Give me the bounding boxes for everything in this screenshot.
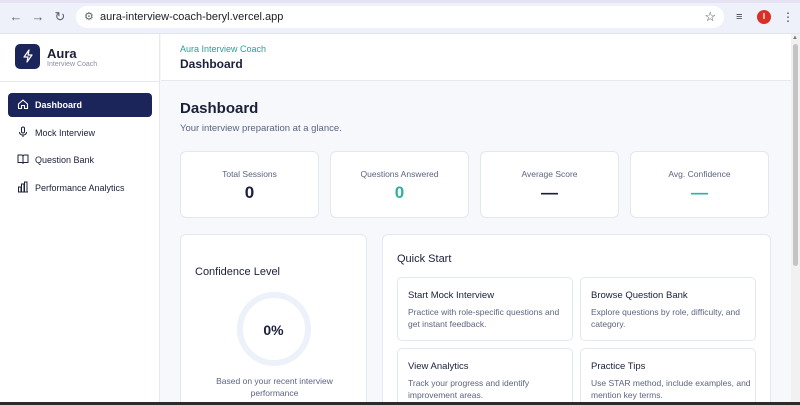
header-title: Dashboard — [180, 57, 243, 71]
avatar[interactable]: I — [757, 10, 771, 24]
stat-label: Avg. Confidence — [668, 169, 731, 179]
sidebar-item-label: Dashboard — [35, 100, 83, 110]
scrollbar-thumb[interactable] — [793, 44, 798, 266]
quick-start-item-desc: Track your progress and identify improve… — [408, 378, 530, 400]
quick-start-item-title: Practice Tips — [591, 361, 646, 372]
browser-toolbar: ← → ↻ ⚙ aura-interview-coach-beryl.verce… — [0, 0, 800, 34]
microphone-icon — [16, 126, 30, 140]
sidebar-item-label: Performance Analytics — [35, 183, 125, 193]
quick-start-title: Quick Start — [397, 253, 452, 265]
quick-start-question-bank[interactable]: Browse Question Bank Explore questions b… — [580, 277, 756, 341]
stat-card-avg-confidence: Avg. Confidence — — [630, 151, 769, 218]
sidebar-item-mock-interview[interactable]: Mock Interview — [8, 121, 152, 145]
site-settings-icon[interactable]: ⚙ — [84, 10, 94, 24]
confidence-title: Confidence Level — [195, 266, 281, 278]
reload-icon[interactable]: ↻ — [52, 9, 68, 25]
quick-start-item-desc: Use STAR method, include examples, and m… — [591, 378, 751, 400]
stat-label: Total Sessions — [222, 169, 277, 179]
book-icon — [16, 153, 30, 167]
sidebar-item-label: Question Bank — [35, 155, 95, 165]
quick-start-item-title: Browse Question Bank — [591, 290, 688, 301]
stat-value: — — [691, 183, 708, 202]
arrow-right-icon[interactable]: → — [30, 9, 46, 25]
home-icon — [16, 98, 30, 112]
page-header: Aura Interview Coach Dashboard — [161, 34, 791, 81]
stat-label: Questions Answered — [360, 169, 439, 179]
stat-label: Average Score — [521, 169, 578, 179]
url-text[interactable]: aura-interview-coach-beryl.vercel.app — [100, 10, 283, 24]
page-subtitle: Your interview preparation at a glance. — [180, 123, 342, 134]
quick-start-item-title: View Analytics — [408, 361, 469, 372]
quick-start-item-title: Start Mock Interview — [408, 290, 495, 301]
arrow-left-icon[interactable]: ← — [8, 9, 24, 25]
brand-name: Aura — [47, 46, 77, 61]
confidence-value: 0% — [263, 322, 284, 338]
quick-start-practice-tips[interactable]: Practice Tips Use STAR method, include e… — [580, 348, 756, 405]
stat-value: 0 — [244, 183, 255, 202]
sidebar: Aura Interview Coach Dashboard Mock Inte… — [0, 34, 160, 405]
page-title: Dashboard — [180, 100, 259, 117]
sidebar-item-question-bank[interactable]: Question Bank — [8, 148, 152, 172]
confidence-card: Confidence Level 0% Based on your recent… — [180, 234, 367, 405]
tab-strip-edge — [0, 0, 800, 3]
address-bar[interactable]: ⚙ aura-interview-coach-beryl.vercel.app … — [76, 6, 724, 28]
quick-start-mock-interview[interactable]: Start Mock Interview Practice with role-… — [397, 277, 573, 341]
quick-start-item-desc: Practice with role-specific questions an… — [408, 307, 560, 329]
sidebar-item-label: Mock Interview — [35, 128, 96, 138]
brand-subtitle: Interview Coach — [47, 61, 98, 68]
sidebar-item-dashboard[interactable]: Dashboard — [8, 93, 152, 117]
kebab-menu-icon[interactable]: ⋮ — [782, 9, 794, 25]
media-queue-icon[interactable]: ≡ — [736, 10, 742, 24]
quick-start-item-desc: Explore questions by role, difficulty, a… — [591, 307, 740, 329]
quick-start-analytics[interactable]: View Analytics Track your progress and i… — [397, 348, 573, 405]
lightning-glyph — [22, 49, 33, 63]
breadcrumb: Aura Interview Coach — [180, 44, 267, 54]
stat-value: — — [541, 183, 558, 202]
quick-start-card: Quick Start Start Mock Interview Practic… — [382, 234, 771, 405]
sidebar-item-performance-analytics[interactable]: Performance Analytics — [8, 176, 152, 200]
confidence-note: Based on your recent interview performan… — [216, 376, 333, 398]
sidebar-divider — [0, 81, 160, 82]
stat-card-total-sessions: Total Sessions 0 — [180, 151, 319, 218]
stat-card-average-score: Average Score — — [480, 151, 619, 218]
star-icon[interactable]: ☆ — [704, 9, 716, 25]
lightning-icon — [15, 44, 40, 69]
stat-value: 0 — [394, 183, 405, 202]
bar-chart-icon — [16, 181, 30, 195]
stat-card-questions-answered: Questions Answered 0 — [330, 151, 469, 218]
scroll-up-icon[interactable]: ▲ — [792, 35, 798, 41]
